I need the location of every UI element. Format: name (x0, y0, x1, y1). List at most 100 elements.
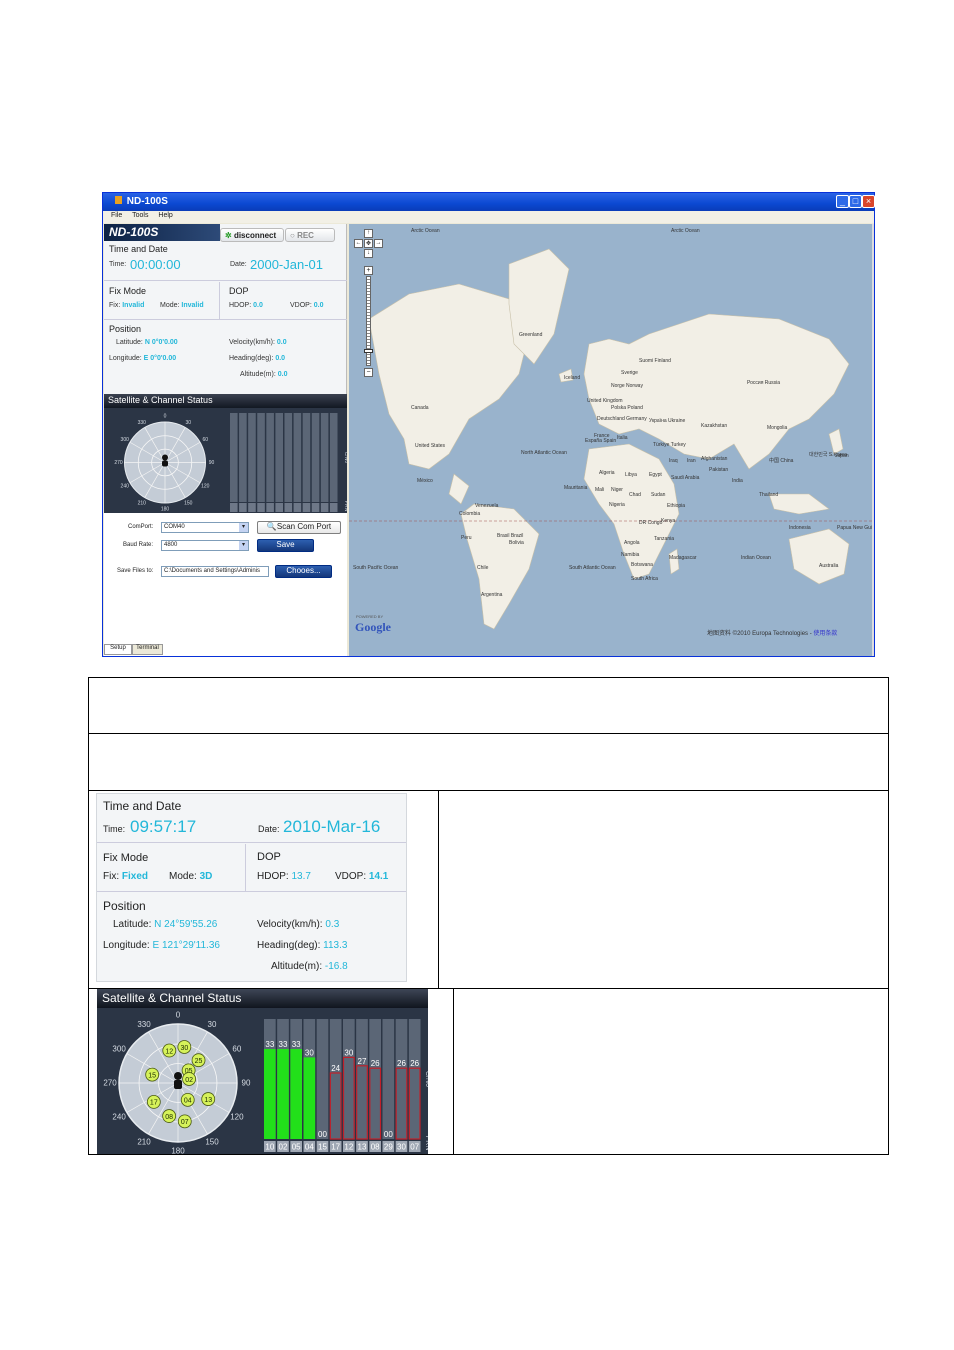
map-label: Arctic Ocean (671, 228, 700, 234)
time-label: Time: (103, 824, 126, 834)
channel-cno-label: 26 (371, 1059, 380, 1068)
comport-select[interactable]: COM40 (161, 522, 249, 533)
heading-row: Heading(deg): 0.0 (229, 355, 286, 362)
map-label: Mali (595, 487, 604, 493)
map-label: Indonesia (789, 525, 811, 531)
map-label: Thailand (759, 492, 778, 498)
map-label: España Spain (585, 438, 616, 444)
menu-file[interactable]: File (111, 212, 122, 219)
cno-axis-label: C/N0 (424, 1071, 428, 1087)
save-path-input[interactable]: C:\Documents and Settings\Adminis (161, 566, 269, 577)
map-pan-zoom-control[interactable]: ↑ ← ✥ → ↓ + − (354, 229, 384, 389)
fix-dop-section: Fix Mode Fix: Invalid Mode: Invalid DOP … (104, 282, 347, 320)
pan-left-icon[interactable]: ← (354, 239, 363, 248)
map-label: Tanzania (654, 536, 674, 542)
compass-angle-label: 150 (184, 500, 193, 506)
fix-row: Fix: Fixed (103, 871, 149, 882)
channel-prn-cell (293, 503, 302, 512)
map-scrollbar[interactable] (872, 224, 874, 656)
table-row (88, 733, 889, 791)
satellite-panel-large: Satellite & Channel Status 0 30 60 90 120 150… (97, 989, 428, 1154)
tab-terminal[interactable]: Terminal (132, 644, 163, 655)
close-button[interactable]: × (862, 195, 875, 208)
channel-slot (316, 1019, 329, 1139)
channel-slot (320, 413, 329, 502)
pan-center-icon[interactable]: ✥ (364, 239, 373, 248)
latitude-row: Latitude: N 24°59'55.26 (113, 919, 218, 930)
mode-value: Invalid (181, 302, 204, 309)
map-label: Chad (629, 492, 641, 498)
minimize-button[interactable]: _ (836, 195, 849, 208)
channel-prn-label: 04 (305, 1143, 314, 1152)
zoom-in-icon[interactable]: + (364, 266, 373, 275)
world-map[interactable]: Arctic Ocean Arctic Ocean Greenland Iceland… (349, 224, 872, 656)
compass-angle-label: 30 (208, 1020, 217, 1029)
map-label: United Kingdom (587, 398, 623, 404)
choose-button[interactable]: Chooes... (275, 565, 332, 578)
compass-angle-label: 240 (121, 483, 130, 489)
map-view[interactable]: Arctic Ocean Arctic Ocean Greenland Iceland… (349, 224, 872, 656)
date-label: Date: (258, 824, 280, 834)
channel-prn-label: 30 (397, 1143, 406, 1152)
compass-angle-label: 0 (176, 1011, 181, 1020)
fix-dop-section: Fix Mode Fix: Fixed Mode: 3D DOP HDOP: 1… (97, 844, 406, 892)
channel-bar (303, 1057, 316, 1139)
divider (245, 844, 246, 892)
map-label: Japan (835, 453, 849, 459)
receiver-icon (162, 454, 168, 461)
channel-prn-cell (284, 503, 293, 512)
map-label: Chile (477, 565, 489, 571)
divider (219, 282, 220, 320)
satellite-prn-label: 08 (165, 1114, 173, 1121)
plug-icon: ✲ (225, 231, 234, 240)
menu-help[interactable]: Help (158, 212, 172, 219)
baud-rate-select[interactable]: 4800 (161, 540, 249, 551)
tab-setup[interactable]: Setup (104, 644, 132, 655)
channel-bar (290, 1049, 302, 1139)
pan-right-icon[interactable]: → (374, 239, 383, 248)
map-label: Greenland (519, 332, 543, 338)
record-icon: ○ (290, 231, 298, 240)
disconnect-button[interactable]: ✲ disconnect (220, 228, 284, 242)
chevron-down-icon[interactable]: ▾ (239, 541, 248, 550)
latitude-value: N 24°59'55.26 (154, 919, 218, 930)
terms-link[interactable]: 使用条款 (813, 631, 837, 637)
map-label: North Atlantic Ocean (521, 450, 567, 456)
map-label: Libya (625, 472, 637, 478)
longitude-row: Longitude: E 0°0'0.00 (109, 355, 177, 362)
satellite-prn-label: 17 (150, 1100, 158, 1107)
table-cell (453, 988, 889, 1155)
satellite-prn-label: 15 (148, 1072, 156, 1079)
position-section: Position Latitude: N 0°0'0.00 Longitude:… (104, 321, 347, 393)
channel-slot (239, 413, 247, 502)
table-cell (438, 790, 889, 989)
map-label: Madagascar (669, 555, 697, 561)
heading-value: 0.0 (275, 355, 286, 362)
dop-title: DOP (229, 286, 249, 296)
zoom-slider-handle[interactable] (364, 349, 373, 353)
maximize-button[interactable]: □ (849, 195, 862, 208)
pan-down-icon[interactable]: ↓ (364, 249, 373, 258)
pan-up-icon[interactable]: ↑ (364, 229, 373, 238)
map-label: Niger (611, 487, 623, 493)
chevron-down-icon[interactable]: ▾ (239, 523, 248, 532)
channel-slot (248, 413, 256, 502)
rec-button[interactable]: ○ REC (285, 228, 335, 242)
menu-tools[interactable]: Tools (132, 212, 148, 219)
cno-axis-label: C/N0 (343, 452, 347, 464)
map-label: México (417, 478, 433, 484)
save-button[interactable]: Save (257, 539, 314, 552)
channel-prn-cell (266, 503, 274, 512)
velocity-value: 0.0 (276, 339, 287, 346)
prn-axis-label: PRN (343, 501, 347, 512)
zoom-out-icon[interactable]: − (364, 368, 373, 377)
map-label: South Africa (631, 576, 658, 582)
channel-slot (275, 413, 283, 502)
map-label: Kenya (661, 518, 675, 524)
heading-row: Heading(deg): 113.3 (257, 940, 348, 951)
map-label: Arctic Ocean (411, 228, 440, 234)
scan-com-port-button[interactable]: 🔍Scan Com Port (257, 521, 341, 534)
vdop-value: 0.0 (313, 302, 324, 309)
app-icon (115, 196, 122, 204)
map-label: Botswana (631, 562, 653, 568)
